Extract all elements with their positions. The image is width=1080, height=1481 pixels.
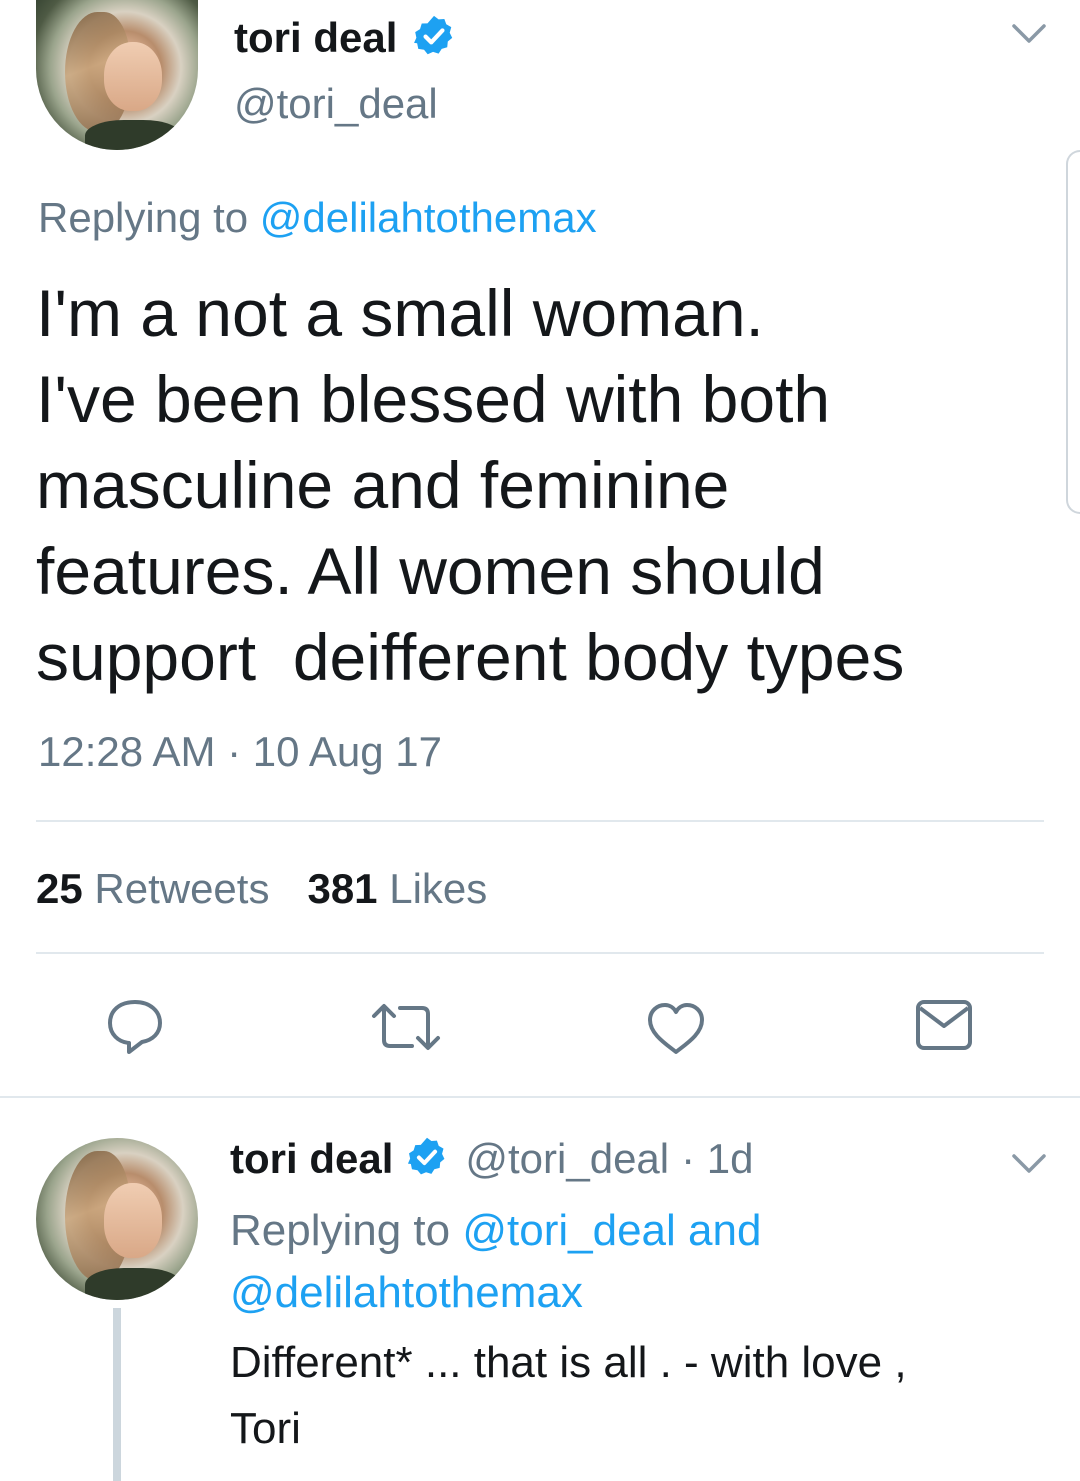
- replying-to-mention[interactable]: @delilahtothemax: [230, 1262, 761, 1324]
- author-avatar[interactable]: [36, 0, 198, 150]
- reply-author-handle[interactable]: @tori_deal: [465, 1135, 669, 1183]
- likes-label: Likes: [377, 865, 488, 912]
- heart-icon[interactable]: [646, 1002, 706, 1056]
- tweet-text: I'm a not a small woman. I've been bless…: [36, 270, 1066, 700]
- divider: [36, 952, 1044, 954]
- reply-icon[interactable]: [105, 998, 165, 1056]
- chevron-down-icon[interactable]: [1010, 1152, 1048, 1181]
- divider: [36, 820, 1044, 822]
- verified-badge-icon: [411, 13, 457, 64]
- reply-author-avatar[interactable]: [36, 1138, 198, 1300]
- retweets-count: 25: [36, 865, 83, 912]
- retweets-label: Retweets: [82, 865, 270, 912]
- likes-count: 381: [307, 865, 378, 912]
- author-name[interactable]: tori deal: [234, 14, 397, 62]
- tweet-text-line: I've been blessed with both: [36, 362, 831, 436]
- reply-text-line: Different* ... that is all . - with love…: [230, 1338, 907, 1387]
- tweet-text-line: I'm a not a small woman.: [36, 276, 764, 350]
- retweet-icon[interactable]: [370, 1002, 442, 1052]
- replying-to-mentions[interactable]: @tori_deal and: [462, 1206, 761, 1255]
- replying-to-prefix: Replying to: [38, 194, 260, 241]
- tweet-timestamp[interactable]: 12:28 AM · 10 Aug 17: [38, 724, 442, 780]
- reply-text-line: Tori: [230, 1404, 301, 1453]
- engagement-stats: 25 Retweets 381 Likes: [36, 860, 487, 918]
- divider: [0, 1096, 1080, 1098]
- reply-age: · 1d: [681, 1135, 754, 1182]
- replying-to-prefix: Replying to: [230, 1206, 463, 1255]
- tweet-text-line: features. All women should: [36, 534, 825, 608]
- tweet-date: 10 Aug 17: [252, 728, 442, 775]
- scrollbar-handle[interactable]: [1066, 150, 1080, 514]
- verified-badge-icon: [405, 1135, 449, 1184]
- likes-stat[interactable]: 381 Likes: [307, 865, 487, 912]
- reply-author-name[interactable]: tori deal: [230, 1135, 393, 1183]
- replying-to-line: Replying to @delilahtothemax: [38, 190, 597, 246]
- retweets-stat[interactable]: 25 Retweets: [36, 865, 269, 912]
- reply-replying-to: Replying to @tori_deal and @delilahtothe…: [230, 1200, 761, 1324]
- timestamp-separator: ·: [215, 728, 253, 775]
- tweet-text-line: masculine and feminine: [36, 448, 730, 522]
- chevron-down-icon[interactable]: [1010, 22, 1048, 51]
- replying-to-mention[interactable]: @delilahtothemax: [260, 194, 597, 241]
- tweet-time: 12:28 AM: [38, 728, 216, 775]
- reply-text: Different* ... that is all . - with love…: [230, 1330, 1060, 1462]
- envelope-icon[interactable]: [914, 998, 974, 1052]
- thread-line: [113, 1308, 121, 1481]
- tweet-text-line: support deifferent body types: [36, 620, 905, 694]
- author-handle[interactable]: @tori_deal: [234, 76, 438, 132]
